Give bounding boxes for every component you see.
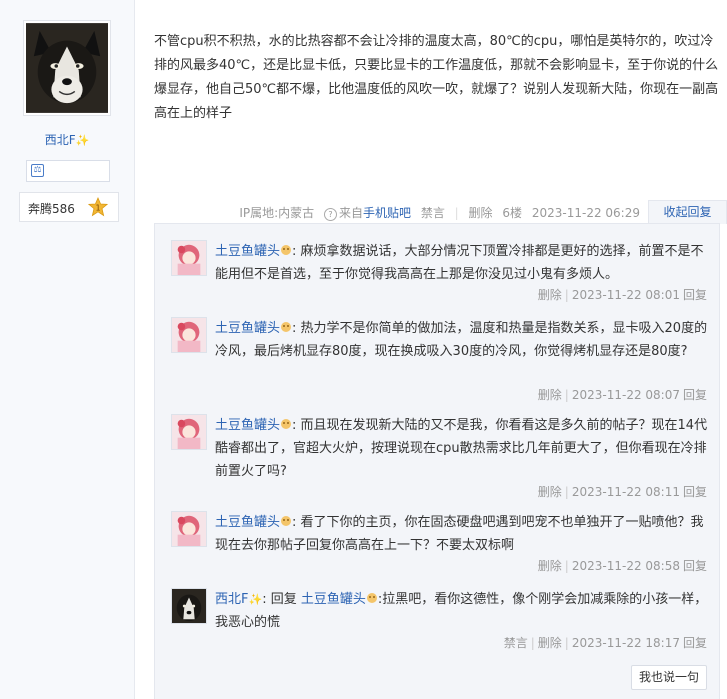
reply-text: 土豆鱼罐头: 看了下你的主页，你在固态硬盘吧遇到吧宠不也单独开了一贴喷他？我现在… (215, 511, 711, 557)
reply-ban-link[interactable]: 禁言 (504, 636, 528, 650)
husky-avatar-icon (172, 589, 206, 623)
level-star-icon: 1 (88, 197, 108, 217)
author-name-text[interactable]: 西北F (45, 133, 76, 147)
post-body: 不管cpu积不积热，水的比热容都不会让冷排的温度太高，80℃的cpu，哪怕是英特… (154, 34, 719, 121)
reply-delete-link[interactable]: 删除 (538, 288, 562, 302)
reply-reply-link[interactable]: 回复 (683, 288, 707, 302)
ban-link[interactable]: 禁言 (421, 206, 445, 220)
ip-location: IP属地:内蒙古 (239, 206, 315, 220)
post-meta-bar: IP属地:内蒙古 ? 来自手机贴吧 禁言 | 删除 6楼 2023-11-22 0… (134, 200, 727, 224)
reply-meta: 删除 | 2023-11-22 08:11 回复 (538, 483, 707, 500)
anime-avatar-icon (172, 512, 206, 546)
reply-delete-link[interactable]: 删除 (538, 559, 562, 573)
post-time: 2023-11-22 06:29 (531, 206, 640, 220)
anime-avatar-icon (172, 415, 206, 449)
reply-avatar[interactable] (171, 414, 207, 450)
reply-time: 2023-11-22 08:58 (571, 559, 680, 573)
reply-text: 土豆鱼罐头: 而且现在发现新大陆的又不是我，你看看这是多久前的帖子？现在14代酷… (215, 414, 711, 483)
meta-separator: | (454, 206, 459, 220)
help-icon[interactable]: ? (323, 208, 337, 221)
reply-username[interactable]: 西北F (215, 592, 248, 607)
user-badge-icon (281, 245, 292, 255)
reply-reply-link[interactable]: 回复 (683, 559, 707, 573)
reply-avatar[interactable] (171, 240, 207, 276)
reply-reply-link[interactable]: 回复 (683, 388, 707, 402)
reply-meta: 删除 | 2023-11-22 08:01 回复 (538, 286, 707, 303)
meta-separator: | (530, 636, 535, 650)
husky-avatar-icon (26, 23, 108, 113)
reply-avatar[interactable] (171, 511, 207, 547)
meta-separator: | (564, 485, 569, 499)
collapse-reply-button[interactable]: 收起回复 (648, 200, 727, 224)
level-badge[interactable]: 奔腾586 1 (19, 192, 119, 222)
sparkle-icon: ✨ (75, 134, 90, 147)
reply-delete-link[interactable]: 删除 (538, 388, 562, 402)
post-main: 不管cpu积不积热，水的比热容都不会让冷排的温度太高，80℃的cpu，哪怕是英特… (134, 0, 727, 699)
reply-username[interactable]: 土豆鱼罐头 (215, 418, 280, 433)
reply-target-username[interactable]: 土豆鱼罐头 (301, 592, 366, 607)
reply-text: 西北F✨: 回复 土豆鱼罐头:拉黑吧，看你这德性，像个刚学会加减乘除的小孩一样，… (215, 588, 711, 634)
user-badge-icon (366, 593, 377, 603)
user-badge-icon (281, 516, 292, 526)
member-badge-box[interactable]: ⚖ (26, 160, 110, 182)
user-badge-icon (281, 419, 292, 429)
level-name: 奔腾586 (28, 202, 75, 216)
source-link[interactable]: 手机贴吧 (363, 206, 411, 220)
balance-badge-icon: ⚖ (31, 164, 44, 177)
reply-delete-link[interactable]: 删除 (538, 485, 562, 499)
reply-text: 土豆鱼罐头: 热力学不是你简单的做加法，温度和热量是指数关系，显卡吸入20度的冷… (215, 317, 711, 363)
reply-meta: 禁言 | 删除 | 2023-11-22 18:17 回复 (504, 634, 707, 651)
reply-reply-link[interactable]: 回复 (683, 485, 707, 499)
meta-separator: | (564, 288, 569, 302)
reply-word: : 回复 (262, 592, 297, 607)
say-something-button[interactable]: 我也说一句 (631, 665, 707, 690)
delete-link[interactable]: 删除 (469, 206, 493, 220)
reply-meta: 删除 | 2023-11-22 08:58 回复 (538, 557, 707, 574)
anime-avatar-icon (172, 318, 206, 352)
reply-username[interactable]: 土豆鱼罐头 (215, 244, 280, 259)
reply-time: 2023-11-22 08:01 (571, 288, 680, 302)
reply-delete-link[interactable]: 删除 (538, 636, 562, 650)
anime-avatar-icon (172, 241, 206, 275)
floor-number: 6楼 (502, 206, 523, 220)
author-name[interactable]: 西北F✨ (0, 131, 134, 148)
reply-text: 土豆鱼罐头: 麻烦拿数据说话，大部分情况下顶置冷排都是更好的选择，前置不是不能用… (215, 240, 711, 286)
reply-reply-link[interactable]: 回复 (683, 636, 707, 650)
reply-avatar[interactable] (171, 588, 207, 624)
author-sidebar: 西北F✨ ⚖ 奔腾586 1 (0, 0, 135, 699)
user-badge-icon (281, 322, 292, 332)
source-prefix: 来自 (338, 206, 363, 220)
reply-username[interactable]: 土豆鱼罐头 (215, 515, 280, 530)
reply-meta: 删除 | 2023-11-22 08:07 回复 (538, 386, 707, 403)
meta-separator: | (564, 559, 569, 573)
reply-time: 2023-11-22 18:17 (571, 636, 680, 650)
level-number: 1 (95, 204, 100, 213)
meta-separator: | (564, 388, 569, 402)
author-avatar[interactable] (23, 20, 111, 116)
sparkle-icon: ✨ (248, 593, 263, 606)
meta-separator: | (564, 636, 569, 650)
reply-time: 2023-11-22 08:07 (571, 388, 680, 402)
reply-time: 2023-11-22 08:11 (571, 485, 680, 499)
reply-avatar[interactable] (171, 317, 207, 353)
reply-list: 土豆鱼罐头: 麻烦拿数据说话，大部分情况下顶置冷排都是更好的选择，前置不是不能用… (154, 223, 720, 699)
reply-username[interactable]: 土豆鱼罐头 (215, 321, 280, 336)
